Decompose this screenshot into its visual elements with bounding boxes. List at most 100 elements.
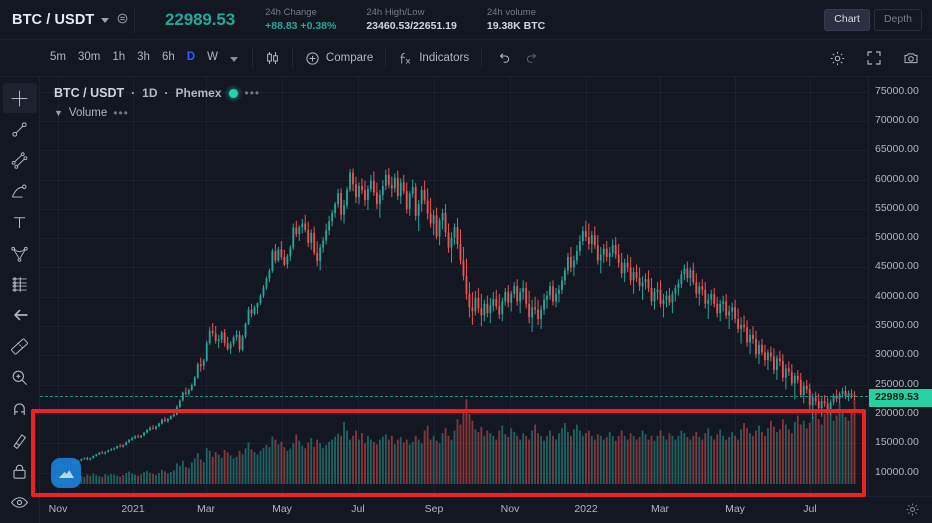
plus-circle-icon — [305, 51, 320, 66]
time-tick-label: May — [725, 504, 745, 515]
time-tick-label: Sep — [425, 504, 444, 515]
indicators-button[interactable]: Indicators — [392, 48, 475, 69]
chart-toolbar: 5m 30m 1h 3h 6h D W Compare — [0, 40, 932, 77]
drawing-tools-rail — [0, 77, 40, 523]
time-tick-label: Mar — [197, 504, 215, 515]
timeframe-w[interactable]: W — [201, 49, 224, 67]
price-tick-label: 55000.00 — [875, 203, 919, 214]
current-price-badge: 22989.53 — [869, 389, 932, 406]
time-tick-label: 2021 — [121, 504, 144, 515]
price-axis[interactable]: 75000.00 70000.00 65000.00 60000.00 55000.00… — [868, 77, 932, 496]
top-header: BTC / USDT 22989.53 24h Change +88.83 +0… — [0, 0, 932, 40]
time-tick-label: Jul — [803, 504, 816, 515]
trading-chart-app: BTC / USDT 22989.53 24h Change +88.83 +0… — [0, 0, 932, 523]
parallel-channel-tool[interactable] — [3, 145, 37, 175]
volume-legend-row: ▼ Volume ••• — [54, 107, 260, 119]
price-tick-label: 30000.00 — [875, 349, 919, 360]
zoom-in-tool[interactable] — [3, 362, 37, 392]
fullscreen-icon[interactable] — [866, 50, 882, 66]
fib-retracement-tool[interactable] — [3, 269, 37, 299]
chevron-down-icon[interactable] — [230, 57, 238, 62]
stat-24h-volume: 24h volume 19.38K BTC — [487, 8, 545, 31]
legend-interval: 1D — [142, 86, 157, 100]
stat-label: 24h volume — [487, 8, 545, 18]
timeframe-1h[interactable]: 1h — [106, 49, 131, 67]
hide-drawings-tool[interactable] — [3, 487, 37, 517]
price-tick-label: 20000.00 — [875, 408, 919, 419]
time-tick-label: Nov — [501, 504, 520, 515]
measure-tool[interactable] — [3, 331, 37, 361]
toolbar-divider — [385, 48, 386, 68]
camera-icon[interactable] — [902, 50, 920, 66]
timeframe-6h[interactable]: 6h — [156, 49, 181, 67]
eraser-tool[interactable] — [3, 425, 37, 455]
price-tick-label: 70000.00 — [875, 115, 919, 126]
tab-chart[interactable]: Chart — [824, 9, 870, 31]
price-tick-label: 25000.00 — [875, 379, 919, 390]
cloud-logo-icon — [51, 458, 81, 488]
timeframe-30m[interactable]: 30m — [72, 49, 106, 67]
chart-canvas[interactable]: BTC / USDT · 1D · Phemex ••• ▼ Volume ••… — [40, 77, 868, 496]
volume-label: Volume — [69, 107, 107, 119]
gear-icon[interactable] — [829, 50, 846, 67]
timeframe-d[interactable]: D — [181, 49, 201, 67]
timeframe-5m[interactable]: 5m — [44, 49, 72, 67]
last-price: 22989.53 — [165, 10, 235, 30]
header-divider — [134, 7, 135, 33]
stat-value: +88.83 +0.38% — [265, 21, 336, 32]
time-tick-label: 2022 — [574, 504, 597, 515]
price-tick-label: 15000.00 — [875, 437, 919, 448]
time-tick-label: May — [272, 504, 292, 515]
arrow-marker-tool[interactable] — [3, 300, 37, 330]
ellipsis-icon[interactable]: ••• — [245, 87, 261, 99]
view-toggle-group: Chart Depth — [824, 9, 922, 31]
price-tick-label: 65000.00 — [875, 144, 919, 155]
stat-24h-high-low: 24h High/Low 23460.53/22651.19 — [366, 8, 457, 31]
trend-line-tool[interactable] — [3, 114, 37, 144]
crosshair-tool[interactable] — [3, 83, 37, 113]
timeframe-3h[interactable]: 3h — [131, 49, 156, 67]
ellipsis-icon[interactable]: ••• — [113, 107, 129, 119]
compare-button[interactable]: Compare — [299, 48, 379, 69]
stat-label: 24h High/Low — [366, 8, 457, 18]
text-tool[interactable] — [3, 207, 37, 237]
stat-24h-change: 24h Change +88.83 +0.38% — [265, 8, 336, 31]
legend-title-row: BTC / USDT · 1D · Phemex ••• — [54, 86, 260, 100]
gann-fan-tool[interactable] — [3, 238, 37, 268]
price-tick-label: 50000.00 — [875, 232, 919, 243]
magnet-tool[interactable] — [3, 394, 37, 424]
price-tick-label: 35000.00 — [875, 320, 919, 331]
toolbar-right-actions — [829, 50, 920, 67]
price-tick-label: 10000.00 — [875, 467, 919, 478]
chevron-down-icon[interactable] — [101, 18, 109, 23]
legend-exchange: Phemex — [175, 86, 221, 100]
legend-separator: · — [164, 86, 168, 100]
time-tick-label: Mar — [651, 504, 669, 515]
redo-icon[interactable] — [518, 48, 548, 69]
pitchfork-tool[interactable] — [3, 176, 37, 206]
toolbar-divider — [252, 48, 253, 68]
lock-drawings-tool[interactable] — [3, 456, 37, 486]
toolbar-divider — [292, 48, 293, 68]
gear-icon[interactable] — [905, 502, 920, 522]
time-tick-label: Nov — [49, 504, 68, 515]
time-axis[interactable]: Nov 2021 Mar May Jul Sep Nov 2022 Mar May Jul — [40, 496, 932, 523]
price-tick-label: 75000.00 — [875, 86, 919, 97]
chevron-down-icon[interactable]: ▼ — [54, 108, 63, 118]
stat-label: 24h Change — [265, 8, 336, 18]
bookmark-icon[interactable] — [116, 12, 129, 27]
toolbar-divider — [481, 48, 482, 68]
tab-depth[interactable]: Depth — [874, 9, 922, 31]
stat-value: 23460.53/22651.19 — [366, 21, 457, 32]
indicators-label: Indicators — [419, 52, 469, 64]
undo-icon[interactable] — [488, 48, 518, 69]
stat-value: 19.38K BTC — [487, 21, 545, 32]
legend-symbol: BTC / USDT — [54, 86, 124, 100]
candlestick-series — [40, 77, 868, 496]
price-tick-label: 60000.00 — [875, 174, 919, 185]
symbol-selector[interactable]: BTC / USDT — [0, 0, 130, 40]
current-price-line — [40, 396, 868, 397]
candlestick-icon[interactable] — [259, 47, 286, 69]
legend-separator: · — [131, 86, 135, 100]
time-tick-label: Jul — [351, 504, 364, 515]
